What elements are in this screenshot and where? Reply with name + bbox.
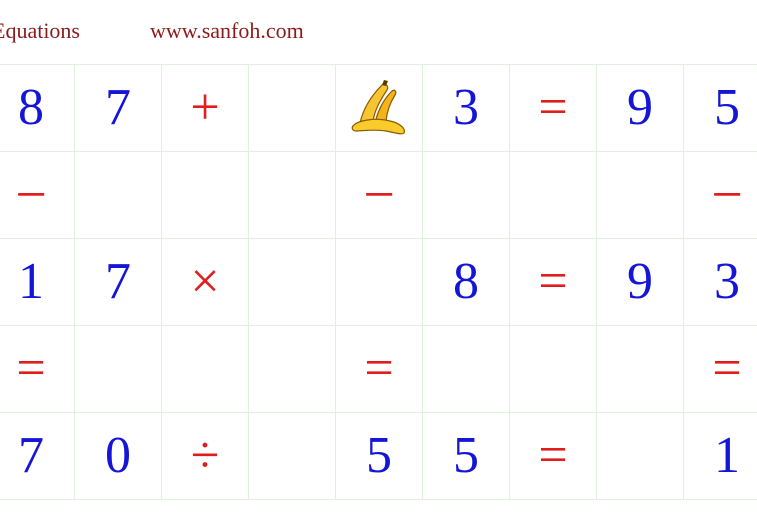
operator-cell: = [509,238,597,326]
operator-symbol: = [364,340,394,397]
operator-cell: = [509,412,597,500]
empty-cell [248,412,336,500]
banana-icon [351,80,405,135]
empty-cell [596,412,684,500]
operator-cell: − [0,151,75,239]
operator-symbol: ÷ [190,427,220,484]
operator-symbol: − [711,164,743,226]
cell-value: 3 [714,253,740,310]
cell-value: 1 [18,253,44,310]
operator-cell: − [683,151,757,239]
puzzle-row: − − − [0,151,757,239]
empty-cell [161,151,249,239]
empty-cell [509,151,597,239]
empty-cell [509,325,597,413]
number-cell: 0 [74,412,162,500]
empty-cell [596,325,684,413]
cell-value: 3 [453,79,479,136]
empty-cell [161,325,249,413]
empty-cell [248,238,336,326]
operator-symbol: − [15,164,47,226]
puzzle-row: 1 7 × 8 = 9 3 [0,238,757,326]
empty-cell [74,325,162,413]
cell-value: 7 [105,79,131,136]
number-cell: 9 [596,64,684,152]
number-cell: 3 [683,238,757,326]
number-cell: 8 [422,238,510,326]
operator-symbol: = [538,79,568,136]
number-cell: 5 [422,412,510,500]
operator-cell: = [509,64,597,152]
number-cell: 9 [596,238,684,326]
cell-value: 7 [18,427,44,484]
puzzle-row: = = = [0,325,757,413]
puzzle-row: 7 0 ÷ 5 5 = 1 [0,412,757,500]
empty-cell [248,325,336,413]
banana-cell [335,64,423,152]
header: Equations www.sanfoh.com [0,18,304,48]
operator-cell: ÷ [161,412,249,500]
cell-value: 8 [18,79,44,136]
operator-cell: = [683,325,757,413]
operator-symbol: = [538,427,568,484]
empty-cell [74,151,162,239]
number-cell: 8 [0,64,75,152]
number-cell: 1 [0,238,75,326]
operator-cell: × [161,238,249,326]
site-url[interactable]: www.sanfoh.com [150,18,304,44]
cell-value: 9 [627,79,653,136]
cell-value: 8 [453,253,479,310]
operator-cell: − [335,151,423,239]
number-cell: 5 [683,64,757,152]
operator-symbol: − [363,164,395,226]
empty-cell [596,151,684,239]
operator-symbol: × [190,253,220,310]
cell-value: 0 [105,427,131,484]
operator-symbol: = [538,253,568,310]
number-cell: 3 [422,64,510,152]
empty-cell [248,64,336,152]
number-cell: 7 [74,64,162,152]
puzzle-title: Equations [0,18,80,43]
operator-cell: = [0,325,75,413]
operator-cell: + [161,64,249,152]
number-cell: 7 [0,412,75,500]
cell-value: 5 [714,79,740,136]
number-cell: 5 [335,412,423,500]
empty-cell [335,238,423,326]
cell-value: 5 [366,427,392,484]
puzzle-grid: 8 7 +3 = 9 5 − − − 1 7 × 8 = 9 3 = = = 7 0 ÷ 5 5 = 1 [0,64,757,500]
cell-value: 1 [714,427,740,484]
operator-symbol: = [16,340,46,397]
operator-symbol: = [712,340,742,397]
cell-value: 9 [627,253,653,310]
cell-value: 5 [453,427,479,484]
operator-symbol: + [190,79,220,136]
number-cell: 7 [74,238,162,326]
puzzle-row: 8 7 +3 = 9 5 [0,64,757,152]
cell-value: 7 [105,253,131,310]
operator-cell: = [335,325,423,413]
empty-cell [422,325,510,413]
empty-cell [248,151,336,239]
empty-cell [422,151,510,239]
number-cell: 1 [683,412,757,500]
